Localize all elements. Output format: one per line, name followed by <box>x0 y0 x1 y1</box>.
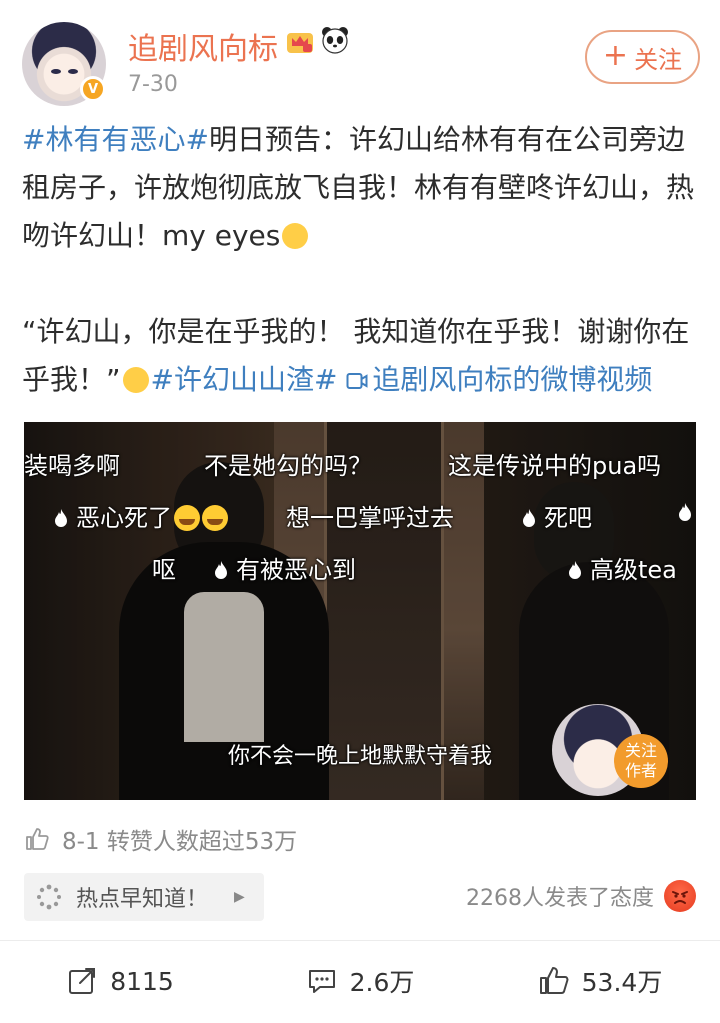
play-arrow-icon: ▶ <box>234 889 245 905</box>
follow-author-button[interactable]: 关注 作者 <box>614 734 668 788</box>
danmu-comment: 高级tea <box>568 550 677 585</box>
danmu-text: 想一巴掌呼过去 <box>286 504 454 532</box>
hashtag-link[interactable]: #林有有恶心# <box>22 123 209 156</box>
repost-count: 8115 <box>110 966 174 996</box>
post-paragraph-2: “许幻山，你是在乎我的！ 我知道你在乎我！谢谢你在乎我！” #许幻山山渣# 追剧风… <box>22 308 702 404</box>
hot-topic-tag[interactable]: 热点早知道！ ▶ <box>24 873 264 921</box>
post-paragraph-1: #林有有恶心#明日预告：许幻山给林有有在公司旁边租房子，许放炮彻底放飞自我！林有… <box>22 116 702 260</box>
fire-icon <box>215 561 227 579</box>
like-button[interactable]: 53.4万 <box>480 955 720 1007</box>
video-link[interactable]: 追剧风向标的微博视频 <box>346 363 652 396</box>
verified-mark: V <box>87 81 99 97</box>
fire-icon <box>55 509 67 527</box>
avatar-eye <box>68 69 78 74</box>
danmu-comment: 恶心死了 <box>54 498 228 533</box>
danmu-comment: 装喝多啊 <box>24 446 120 481</box>
panda-icon <box>322 27 348 54</box>
follow-label: 关注 <box>634 45 683 74</box>
like-milestone-text: 8-1 转赞人数超过53万 <box>62 829 298 855</box>
loading-spinner-icon <box>37 884 61 910</box>
reactions-text: 2268人发表了态度 <box>466 886 654 911</box>
username[interactable]: 追剧风向标 <box>128 24 278 68</box>
thinking-emoji-icon <box>122 367 149 393</box>
danmu-comment: 想一巴掌呼过去 <box>286 498 454 533</box>
plus-icon: + <box>602 37 629 73</box>
danmu-comment: 这是传说中的pua吗 <box>448 446 661 481</box>
follow-author-line: 作者 <box>624 761 657 780</box>
like-milestone: 8-1 转赞人数超过53万 <box>24 822 297 856</box>
fire-icon <box>569 561 581 579</box>
crown-member-icon <box>287 33 313 53</box>
danmu-comment: 有被恶心到 <box>214 550 356 585</box>
hashtag-link[interactable]: #许幻山山渣# <box>151 363 338 396</box>
follow-button[interactable]: + 关注 <box>585 30 700 84</box>
danmu-text: 呕 <box>152 556 176 584</box>
action-bar: 8115 2.6万 53.4万 <box>0 955 720 1007</box>
danmu-comment <box>678 498 696 526</box>
danmu-text: 这是传说中的pua吗 <box>448 452 662 480</box>
danmu-text: 不是她勾的吗？ <box>204 452 372 480</box>
post-date: 7-30 <box>128 72 178 97</box>
hot-topic-label: 热点早知道！ <box>76 887 209 912</box>
video-player[interactable]: 装喝多啊 不是她勾的吗？ 这是传说中的pua吗 恶心死了 想一巴掌呼过去 死吧 … <box>24 422 696 800</box>
danmu-text: 高级tea <box>590 556 677 584</box>
follow-author-line: 关注 <box>624 741 657 760</box>
comment-icon <box>308 970 335 993</box>
verified-badge-icon: V <box>80 76 106 102</box>
thumbs-up-icon <box>26 828 49 850</box>
repost-button[interactable]: 8115 <box>0 955 240 1007</box>
laugh-emoji-icon <box>174 505 200 531</box>
laugh-emoji-icon <box>202 505 228 531</box>
divider <box>0 940 720 941</box>
danmu-text: 装喝多啊 <box>24 452 120 480</box>
comment-button[interactable]: 2.6万 <box>240 955 480 1007</box>
angry-face-icon <box>664 880 696 912</box>
sweat-emoji-icon <box>282 223 309 249</box>
danmu-text: 恶心死了 <box>76 504 172 532</box>
post-body: #林有有恶心#明日预告：许幻山给林有有在公司旁边租房子，许放炮彻底放飞自我！林有… <box>22 116 702 404</box>
thumbs-up-icon <box>539 967 569 994</box>
post-header: V 追剧风向标 7-30 + 关注 <box>0 0 720 115</box>
avatar-eye <box>51 69 61 74</box>
fire-icon <box>679 503 691 521</box>
fire-icon <box>523 509 535 527</box>
repost-icon <box>69 968 96 994</box>
video-link-icon <box>346 373 368 389</box>
danmu-comment: 死吧 <box>522 498 592 533</box>
comment-count: 2.6万 <box>349 968 415 997</box>
danmu-comment: 呕 <box>152 550 176 585</box>
video-link-label: 追剧风向标的微博视频 <box>372 363 653 396</box>
danmu-text: 有被恶心到 <box>236 556 356 584</box>
like-count: 53.4万 <box>581 968 663 997</box>
reactions-summary[interactable]: 2268人发表了态度 <box>466 880 696 912</box>
danmu-text: 死吧 <box>544 504 592 532</box>
danmu-comment: 不是她勾的吗？ <box>204 446 372 481</box>
